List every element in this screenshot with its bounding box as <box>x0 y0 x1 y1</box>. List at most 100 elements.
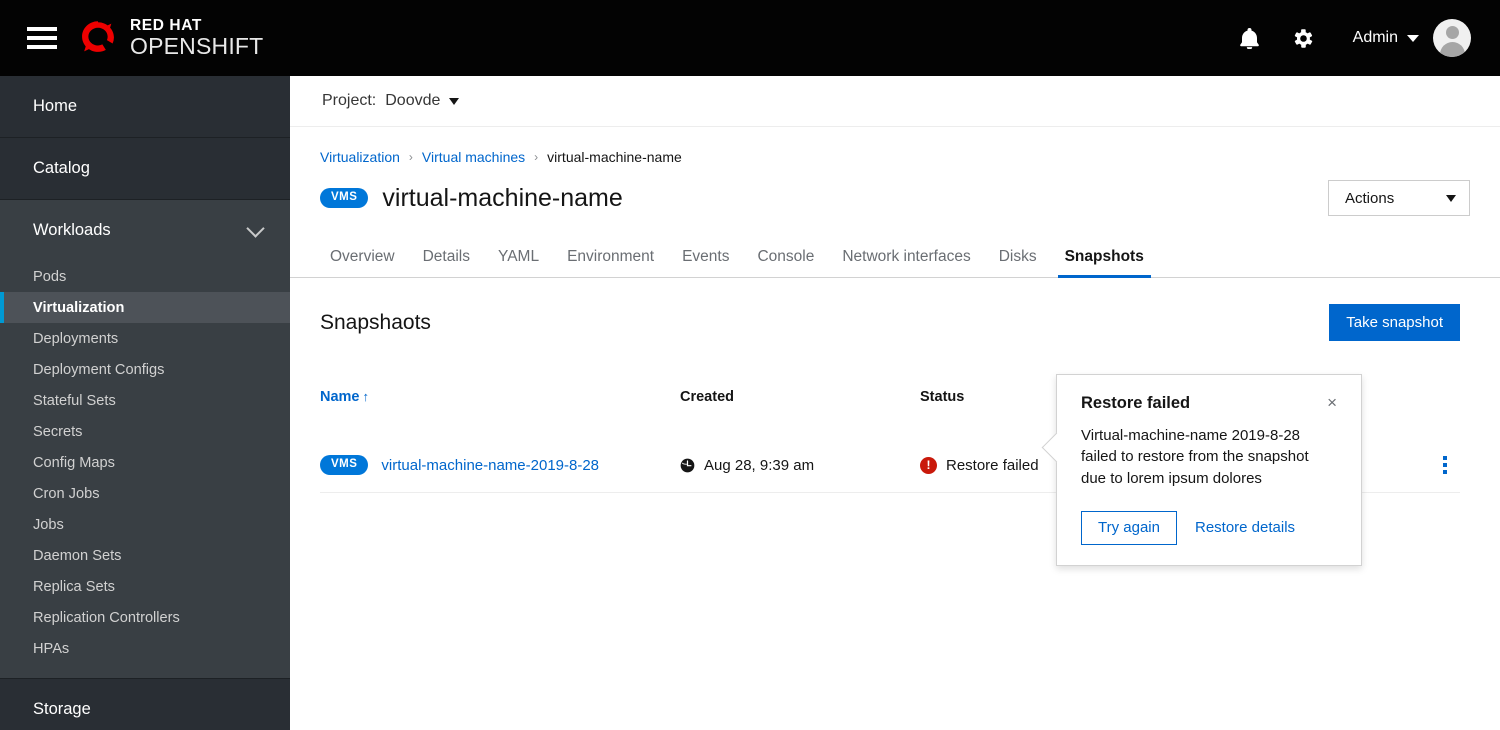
sidebar-item-label: Replication Controllers <box>33 609 180 626</box>
sidebar-item-home[interactable]: Home <box>0 76 290 137</box>
sidebar-item-label: Virtualization <box>33 299 125 316</box>
tab-label: Snapshots <box>1064 248 1144 265</box>
main-content: Project: Doovde Virtualization › Virtual… <box>290 76 1500 730</box>
masthead-actions: Admin <box>1223 11 1500 65</box>
tab-console[interactable]: Console <box>743 248 828 277</box>
column-header-label: Created <box>680 389 734 405</box>
sidebar-item-daemon-sets[interactable]: Daemon Sets <box>0 540 290 571</box>
avatar[interactable] <box>1433 19 1471 57</box>
chevron-down-icon <box>1407 34 1419 42</box>
restore-details-link[interactable]: Restore details <box>1195 519 1295 536</box>
column-header-label: Name <box>320 389 360 405</box>
sidebar-item-workloads[interactable]: Workloads <box>0 200 290 261</box>
sidebar-item-deployment-configs[interactable]: Deployment Configs <box>0 354 290 385</box>
sidebar-item-storage[interactable]: Storage <box>0 679 290 730</box>
user-menu[interactable]: Admin <box>1331 29 1433 47</box>
sidebar-workloads-group: Pods Virtualization Deployments Deployme… <box>0 261 290 678</box>
try-again-button[interactable]: Try again <box>1081 510 1177 545</box>
sidebar-item-label: Deployments <box>33 330 119 347</box>
user-name-label: Admin <box>1352 29 1398 46</box>
chevron-down-icon <box>246 218 265 238</box>
tab-label: Disks <box>998 248 1037 265</box>
tab-details[interactable]: Details <box>409 248 484 277</box>
take-snapshot-button[interactable]: Take snapshot <box>1329 304 1460 341</box>
breadcrumb-separator: › <box>534 150 539 164</box>
column-header-created[interactable]: Created <box>680 389 920 405</box>
tab-label: Details <box>422 248 470 265</box>
status-badge: VMS <box>320 188 369 208</box>
sidebar-item-label: Replica Sets <box>33 578 115 595</box>
tab-bar: Overview Details YAML Environment Events… <box>290 237 1500 278</box>
brand-logo[interactable]: RED HAT OPENSHIFT <box>75 17 263 59</box>
error-circle-icon: ! <box>920 456 937 474</box>
tab-network-interfaces[interactable]: Network interfaces <box>828 248 984 277</box>
page-title-row: VMS virtual-machine-name Actions <box>290 165 1500 216</box>
sidebar-item-label: Deployment Configs <box>33 361 165 378</box>
sidebar-item-label: HPAs <box>33 640 70 657</box>
page-title: virtual-machine-name <box>382 183 623 212</box>
cell-name: VMS virtual-machine-name-2019-8-28 <box>320 455 680 475</box>
actions-dropdown-label: Actions <box>1345 189 1395 207</box>
sidebar-item-label: Config Maps <box>33 454 115 471</box>
snapshots-section-header: Snapshaots Take snapshot <box>290 278 1500 341</box>
sidebar-item-label: Home <box>33 97 78 115</box>
sidebar-item-label: Pods <box>33 268 67 285</box>
tab-snapshots[interactable]: Snapshots <box>1051 248 1158 278</box>
close-icon[interactable]: × <box>1327 394 1337 411</box>
masthead: RED HAT OPENSHIFT Admin <box>0 0 1500 76</box>
sidebar-item-stateful-sets[interactable]: Stateful Sets <box>0 385 290 416</box>
popover-title: Restore failed <box>1081 394 1191 412</box>
snapshot-name-link[interactable]: virtual-machine-name-2019-8-28 <box>381 457 599 474</box>
sidebar-item-label: Cron Jobs <box>33 485 100 502</box>
sidebar-item-secrets[interactable]: Secrets <box>0 416 290 447</box>
tab-label: Environment <box>567 248 655 265</box>
tab-label: Events <box>682 248 730 265</box>
tab-disks[interactable]: Disks <box>985 248 1051 277</box>
popover-body: Virtual-machine-name 2019-8-28 failed to… <box>1081 427 1309 487</box>
cell-created: Aug 28, 9:39 am <box>680 457 920 474</box>
popover-header: Restore failed × <box>1081 394 1337 413</box>
sidebar-item-jobs[interactable]: Jobs <box>0 509 290 540</box>
breadcrumb-item-virtual-machines[interactable]: Virtual machines <box>422 149 525 165</box>
sidebar-item-label: Workloads <box>33 221 111 239</box>
section-title: Snapshaots <box>320 310 431 334</box>
kebab-menu-icon[interactable] <box>1430 456 1460 474</box>
redhat-openshift-logo-icon <box>82 21 114 52</box>
caret-down-icon[interactable] <box>449 97 460 105</box>
sidebar-item-label: Catalog <box>33 159 90 177</box>
sidebar-item-deployments[interactable]: Deployments <box>0 323 290 354</box>
sidebar-item-label: Daemon Sets <box>33 547 122 564</box>
sidebar-item-cron-jobs[interactable]: Cron Jobs <box>0 478 290 509</box>
sidebar-item-pods[interactable]: Pods <box>0 261 290 292</box>
column-header-name[interactable]: Name ↑ <box>320 389 680 405</box>
popover-actions: Try again Restore details <box>1081 510 1337 545</box>
breadcrumb-item-virtualization[interactable]: Virtualization <box>320 149 400 165</box>
sidebar-item-replication-controllers[interactable]: Replication Controllers <box>0 602 290 633</box>
status-badge: VMS <box>320 455 369 475</box>
breadcrumb-item-current: virtual-machine-name <box>547 149 682 165</box>
status-text: Restore failed <box>946 456 1039 474</box>
gear-icon[interactable] <box>1277 11 1331 65</box>
bell-icon[interactable] <box>1223 11 1277 65</box>
tab-events[interactable]: Events <box>668 248 743 277</box>
tab-label: Network interfaces <box>842 248 971 265</box>
tab-environment[interactable]: Environment <box>553 248 668 277</box>
sidebar-item-replica-sets[interactable]: Replica Sets <box>0 571 290 602</box>
tab-overview[interactable]: Overview <box>320 248 409 277</box>
sidebar-item-config-maps[interactable]: Config Maps <box>0 447 290 478</box>
project-value[interactable]: Doovde <box>385 92 440 110</box>
sidebar-item-catalog[interactable]: Catalog <box>0 138 290 199</box>
sidebar: Home Catalog Workloads Pods Virtualizati… <box>0 76 290 730</box>
actions-dropdown[interactable]: Actions <box>1328 180 1470 216</box>
project-label: Project: <box>322 92 377 109</box>
sidebar-item-label: Jobs <box>33 516 64 533</box>
sidebar-item-hpas[interactable]: HPAs <box>0 633 290 664</box>
sidebar-item-label: Storage <box>33 700 91 718</box>
globe-clock-icon <box>680 458 695 472</box>
created-timestamp: Aug 28, 9:39 am <box>704 456 815 474</box>
sidebar-item-virtualization[interactable]: Virtualization <box>0 292 290 323</box>
caret-down-icon <box>1446 194 1456 202</box>
hamburger-icon[interactable] <box>27 27 57 49</box>
breadcrumb-separator: › <box>408 150 413 164</box>
tab-yaml[interactable]: YAML <box>484 248 553 277</box>
